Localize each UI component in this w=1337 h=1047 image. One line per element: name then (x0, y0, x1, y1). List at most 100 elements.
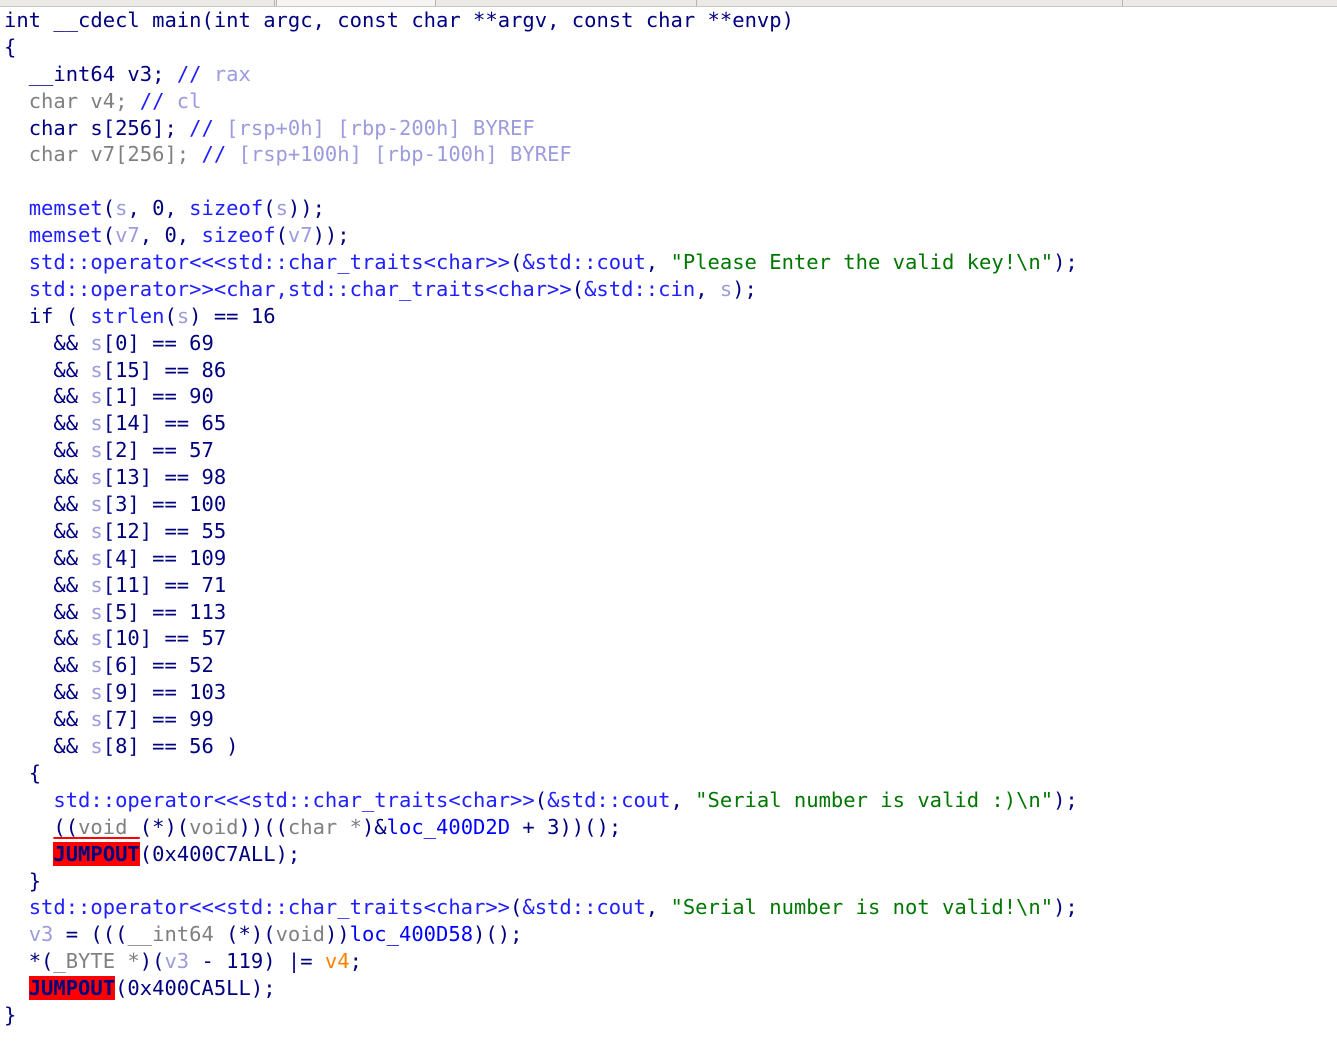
local-variable[interactable]: s (177, 304, 189, 328)
function-name[interactable]: std::operator<<<std::char_traits<char>> (53, 788, 534, 812)
local-variable[interactable]: s (720, 277, 732, 301)
local-variable[interactable]: s (276, 196, 288, 220)
code-line[interactable]: std::operator<<<std::char_traits<char>>(… (0, 787, 1337, 814)
local-variable[interactable]: s (90, 384, 102, 408)
code-line[interactable]: memset(s, 0, sizeof(s)); (0, 195, 1337, 222)
code-line[interactable]: && s[11] == 71 (0, 572, 1337, 599)
code-token: char (28, 88, 79, 113)
local-variable[interactable]: s (115, 196, 127, 220)
code-line[interactable]: JUMPOUT(0x400C7ALL); (0, 841, 1337, 868)
function-name[interactable]: sizeof (202, 223, 276, 247)
code-line[interactable]: char v4; // cl (0, 88, 1337, 115)
code-line[interactable]: && s[9] == 103 (0, 679, 1337, 706)
jumpout-token[interactable]: JUMPOUT (53, 841, 140, 866)
code-line[interactable]: if ( strlen(s) == 16 (0, 303, 1337, 330)
function-name[interactable]: memset (29, 196, 103, 220)
local-variable[interactable]: s (90, 734, 102, 758)
function-name[interactable]: std::operator>><char,std::char_traits<ch… (29, 277, 572, 301)
local-variable[interactable]: s (90, 331, 102, 355)
local-variable[interactable]: s (90, 680, 102, 704)
tab-separator (1122, 0, 1123, 6)
code-line[interactable]: && s[0] == 69 (0, 330, 1337, 357)
local-variable[interactable]: v7 (115, 223, 140, 247)
code-line[interactable]: memset(v7, 0, sizeof(v7)); (0, 222, 1337, 249)
local-variable[interactable]: s (90, 573, 102, 597)
code-line[interactable]: } (0, 868, 1337, 895)
code-line[interactable]: && s[7] == 99 (0, 706, 1337, 733)
function-name[interactable]: strlen (90, 304, 164, 328)
code-line[interactable]: && s[2] == 57 (0, 437, 1337, 464)
function-name[interactable]: &std::cout (522, 895, 645, 919)
code-line[interactable]: { (0, 760, 1337, 787)
function-name[interactable]: &std::cout (547, 788, 670, 812)
code-line[interactable]: ((void (*)(void))((char *)&loc_400D2D + … (0, 814, 1337, 841)
tab-strip[interactable] (0, 0, 1337, 7)
code-token: argc, (250, 8, 338, 32)
pseudocode-surface[interactable]: int __cdecl main(int argc, const char **… (0, 7, 1337, 1047)
location-label[interactable]: loc_400D2D (387, 815, 510, 839)
local-variable[interactable]: s (90, 626, 102, 650)
code-token: const char **argv, const char **envp) (337, 8, 794, 32)
local-variable[interactable]: s (90, 653, 102, 677)
code-line[interactable]: std::operator<<<std::char_traits<char>>(… (0, 894, 1337, 921)
code-line[interactable]: && s[4] == 109 (0, 545, 1337, 572)
code-line[interactable]: } (0, 1002, 1337, 1029)
code-line[interactable]: std::operator>><char,std::char_traits<ch… (0, 276, 1337, 303)
code-token: [4] == 109 (102, 545, 227, 570)
local-variable[interactable]: s (90, 465, 102, 489)
code-line[interactable]: *(_BYTE *)(v3 - 119) |= v4; (0, 948, 1337, 975)
local-variable[interactable]: s (90, 546, 102, 570)
code-token: , 0, (127, 196, 190, 221)
code-line[interactable]: && s[15] == 86 (0, 357, 1337, 384)
code-line[interactable]: __int64 v3; // rax (0, 61, 1337, 88)
code-token: ); (1053, 250, 1078, 275)
local-variable[interactable]: v7 (288, 223, 313, 247)
code-line[interactable]: JUMPOUT(0x400CA5LL); (0, 975, 1337, 1002)
code-line[interactable]: char s[256]; // [rsp+0h] [rbp-200h] BYRE… (0, 115, 1337, 142)
code-token: && (53, 411, 79, 436)
code-line[interactable]: && s[12] == 55 (0, 518, 1337, 545)
code-line[interactable]: && s[8] == 56 ) (0, 733, 1337, 760)
function-name[interactable]: &std::cout (522, 250, 645, 274)
code-line[interactable]: char v7[256]; // [rsp+100h] [rbp-100h] B… (0, 141, 1337, 168)
location-label[interactable]: loc_400D58 (350, 922, 473, 946)
code-line[interactable]: std::operator<<<std::char_traits<char>>(… (0, 249, 1337, 276)
function-name[interactable]: memset (29, 223, 103, 247)
code-token: char (28, 142, 79, 167)
local-variable[interactable]: v3 (164, 949, 189, 973)
code-token: ( (510, 250, 523, 275)
code-line[interactable]: v3 = (((__int64 (*)(void))loc_400D58)(); (0, 921, 1337, 948)
code-line[interactable]: && s[5] == 113 (0, 599, 1337, 626)
tab-active-pseudocode[interactable] (276, 0, 436, 6)
local-variable[interactable]: s (90, 707, 102, 731)
local-variable[interactable]: s (90, 411, 102, 435)
local-variable[interactable]: s (90, 358, 102, 382)
string-literal: "Serial number is valid :)\n" (695, 787, 1054, 812)
code-line[interactable]: && s[3] == 100 (0, 491, 1337, 518)
code-line[interactable]: && s[14] == 65 (0, 410, 1337, 437)
function-name[interactable]: &std::cin (584, 277, 695, 301)
code-token: ( (102, 223, 116, 248)
function-name[interactable]: std::operator<<<std::char_traits<char>> (29, 250, 510, 274)
code-line[interactable]: && s[10] == 57 (0, 625, 1337, 652)
code-token: [9] == 103 (102, 680, 227, 705)
code-line[interactable] (0, 168, 1337, 195)
code-token: [13] == 98 (102, 465, 227, 490)
function-name[interactable]: sizeof (189, 196, 263, 220)
local-variable[interactable]: s (90, 492, 102, 516)
local-variable[interactable]: v3 (29, 922, 54, 946)
code-line[interactable]: { (0, 34, 1337, 61)
function-name[interactable]: std::operator<<<std::char_traits<char>> (29, 895, 510, 919)
code-line[interactable]: int __cdecl main(int argc, const char **… (0, 7, 1337, 34)
local-variable[interactable]: s (90, 438, 102, 462)
highlighted-variable[interactable]: v4 (325, 949, 350, 973)
code-line[interactable]: && s[6] == 52 (0, 652, 1337, 679)
code-line[interactable]: && s[13] == 98 (0, 464, 1337, 491)
code-line[interactable]: && s[1] == 90 (0, 383, 1337, 410)
jumpout-token[interactable]: JUMPOUT (28, 976, 116, 1001)
local-variable[interactable]: s (90, 600, 102, 624)
comment: [rsp+0h] [rbp-200h] BYREF (213, 115, 535, 140)
local-variable[interactable]: s (90, 519, 102, 543)
